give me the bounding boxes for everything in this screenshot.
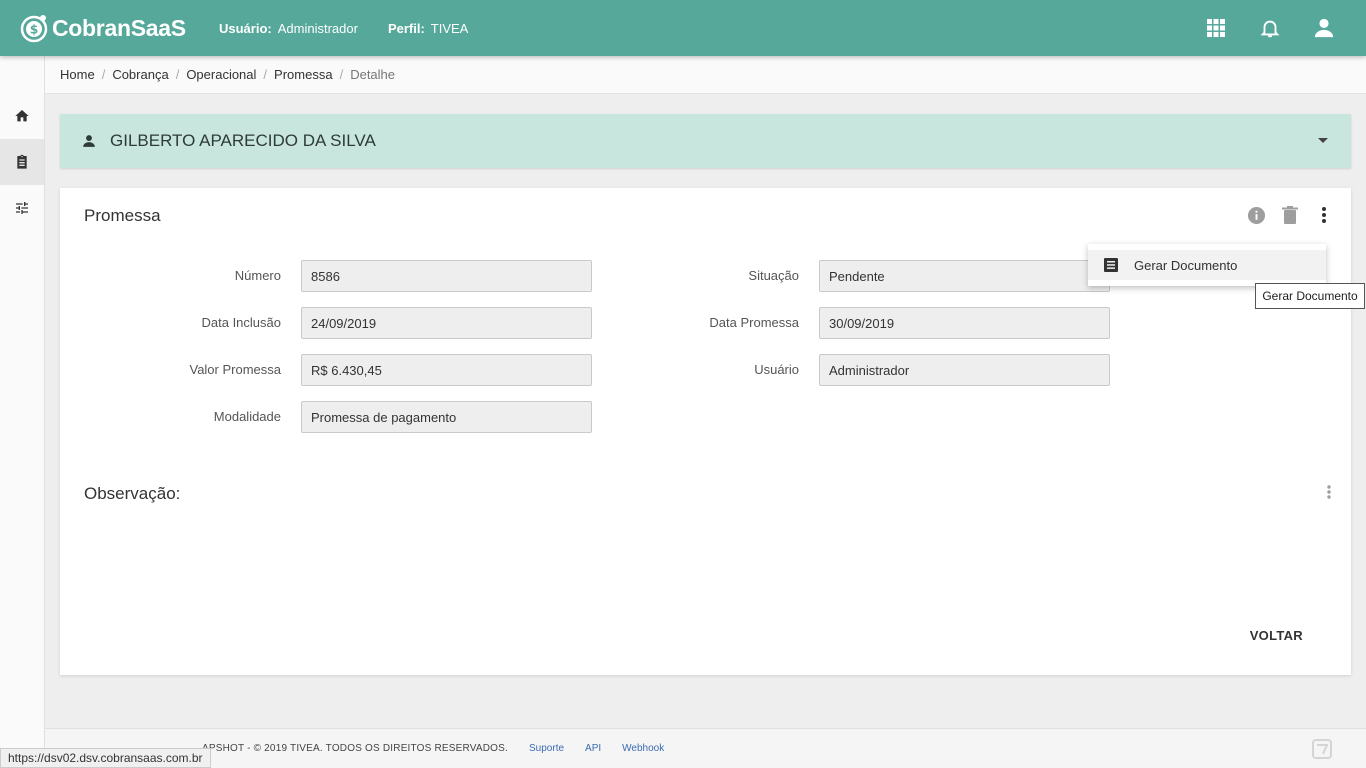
data-inclusao-label: Data Inclusão (201, 315, 282, 330)
svg-text:$: $ (30, 23, 38, 37)
tooltip: Gerar Documento (1255, 283, 1365, 309)
sidebar-item-home[interactable] (0, 93, 44, 139)
client-panel[interactable]: GILBERTO APARECIDO DA SILVA (60, 114, 1351, 168)
numero-field[interactable]: 8586 (301, 260, 592, 292)
caret-down-icon[interactable] (1317, 137, 1329, 145)
person-icon (83, 135, 95, 147)
user-label: Usuário: (219, 20, 272, 36)
breadcrumb-detalhe: Detalhe (350, 67, 396, 82)
footer-link-suporte[interactable]: Suporte (529, 743, 564, 754)
footer: APSHOT - © 2019 TIVEA. TODOS OS DIREITOS… (45, 728, 1366, 768)
info-icon[interactable] (1245, 204, 1267, 226)
numero-label: Número (234, 268, 281, 283)
home-icon (15, 110, 29, 122)
breadcrumb: Home / Cobrança / Operacional / Promessa / D… (45, 56, 1366, 94)
document-icon (1104, 258, 1118, 272)
observacao-title: Observação: (84, 484, 181, 503)
observacao-more-icon[interactable] (1327, 485, 1331, 502)
brand-logo-icon: $ (20, 15, 48, 43)
apps-grid-icon[interactable] (1204, 16, 1228, 40)
footer-copyright: APSHOT - © 2019 TIVEA. TODOS OS DIREITOS… (202, 743, 509, 754)
modalidade-field[interactable]: Promessa de pagamento (301, 401, 592, 433)
footer-link-webhook[interactable]: Webhook (622, 743, 664, 754)
data-inclusao-field[interactable]: 24/09/2019 (301, 307, 592, 339)
situacao-field[interactable]: Pendente (819, 260, 1110, 292)
valor-promessa-label: Valor Promessa (189, 362, 281, 377)
card-title: Promessa (84, 206, 161, 225)
sidebar-item-cobranca[interactable] (0, 139, 44, 185)
tivea-logo-icon (1312, 739, 1332, 759)
actions-dropdown-menu: Gerar Documento (1088, 244, 1326, 286)
usuario-field[interactable]: Administrador (819, 354, 1110, 386)
sliders-icon (16, 202, 28, 214)
status-bar-url: https://dsv02.dsv.cobransaas.com.br (0, 748, 211, 768)
bell-icon[interactable] (1258, 16, 1282, 40)
top-actions (1174, 16, 1336, 40)
breadcrumb-operacional[interactable]: Operacional (186, 67, 256, 82)
top-app-bar: $ CobranSaaS Usuário: Administrador Perf… (0, 0, 1366, 56)
client-name: GILBERTO APARECIDO DA SILVA (110, 131, 376, 150)
valor-promessa-field[interactable]: R$ 6.430,45 (301, 354, 592, 386)
data-promessa-field[interactable]: 30/09/2019 (819, 307, 1110, 339)
voltar-button[interactable]: VOLTAR (1250, 628, 1303, 643)
breadcrumb-promessa[interactable]: Promessa (274, 67, 333, 82)
account-icon[interactable] (1312, 16, 1336, 40)
modalidade-label: Modalidade (213, 409, 281, 424)
sidebar (0, 56, 45, 768)
profile-value: TIVEA (430, 20, 469, 36)
breadcrumb-home[interactable]: Home (60, 67, 95, 82)
more-vert-icon[interactable] (1313, 204, 1335, 226)
brand-name: CobranSaaS (52, 14, 186, 41)
profile-info: Perfil: TIVEA (388, 21, 468, 36)
usuario-label: Usuário (754, 362, 799, 377)
data-promessa-label: Data Promessa (709, 315, 799, 330)
menu-item-label: Gerar Documento (1134, 257, 1238, 273)
clipboard-icon (17, 154, 27, 169)
profile-label: Perfil: (387, 20, 425, 36)
sidebar-item-settings[interactable] (0, 185, 44, 231)
menu-item-gerar-documento[interactable]: Gerar Documento (1088, 250, 1326, 280)
brand-logo[interactable]: $ CobranSaaS (19, 13, 219, 43)
situacao-label: Situação (748, 268, 799, 283)
footer-link-api[interactable]: API (585, 743, 601, 754)
breadcrumb-cobranca[interactable]: Cobrança (112, 67, 168, 82)
user-value: Administrador (277, 20, 358, 36)
user-info: Usuário: Administrador (219, 21, 358, 36)
card-actions (1233, 204, 1335, 226)
trash-icon[interactable] (1279, 204, 1301, 226)
